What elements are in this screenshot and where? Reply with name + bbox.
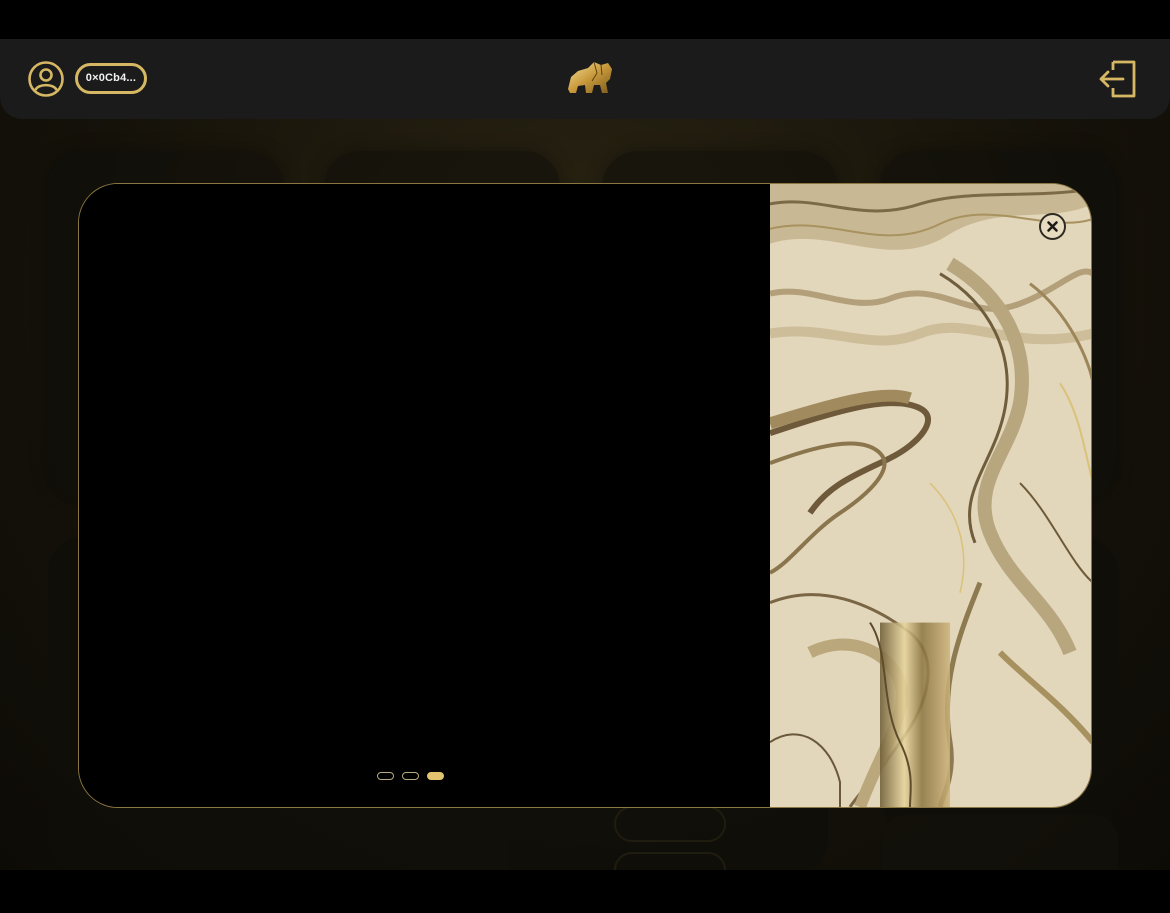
top-bar — [0, 0, 1170, 39]
task-button — [614, 852, 726, 870]
close-button[interactable] — [1039, 213, 1066, 240]
close-icon — [1047, 221, 1058, 232]
logout-icon[interactable] — [1098, 59, 1138, 99]
task-button — [614, 806, 726, 842]
elephant-logo-icon[interactable] — [564, 59, 616, 97]
onboarding-modal — [78, 183, 1092, 808]
marble-artwork — [770, 184, 1091, 807]
carousel-pagination — [377, 772, 444, 780]
carousel-dot-active[interactable] — [427, 772, 444, 780]
carousel-dot[interactable] — [402, 772, 419, 780]
user-circle-icon[interactable] — [27, 60, 65, 98]
wallet-address-button[interactable]: 0×0Cb4... — [75, 63, 147, 94]
app-header: 0×0Cb4... — [0, 39, 1170, 119]
slide-content — [79, 184, 770, 807]
side-action — [882, 814, 1118, 870]
bottom-bar — [0, 870, 1170, 913]
carousel-dot[interactable] — [377, 772, 394, 780]
